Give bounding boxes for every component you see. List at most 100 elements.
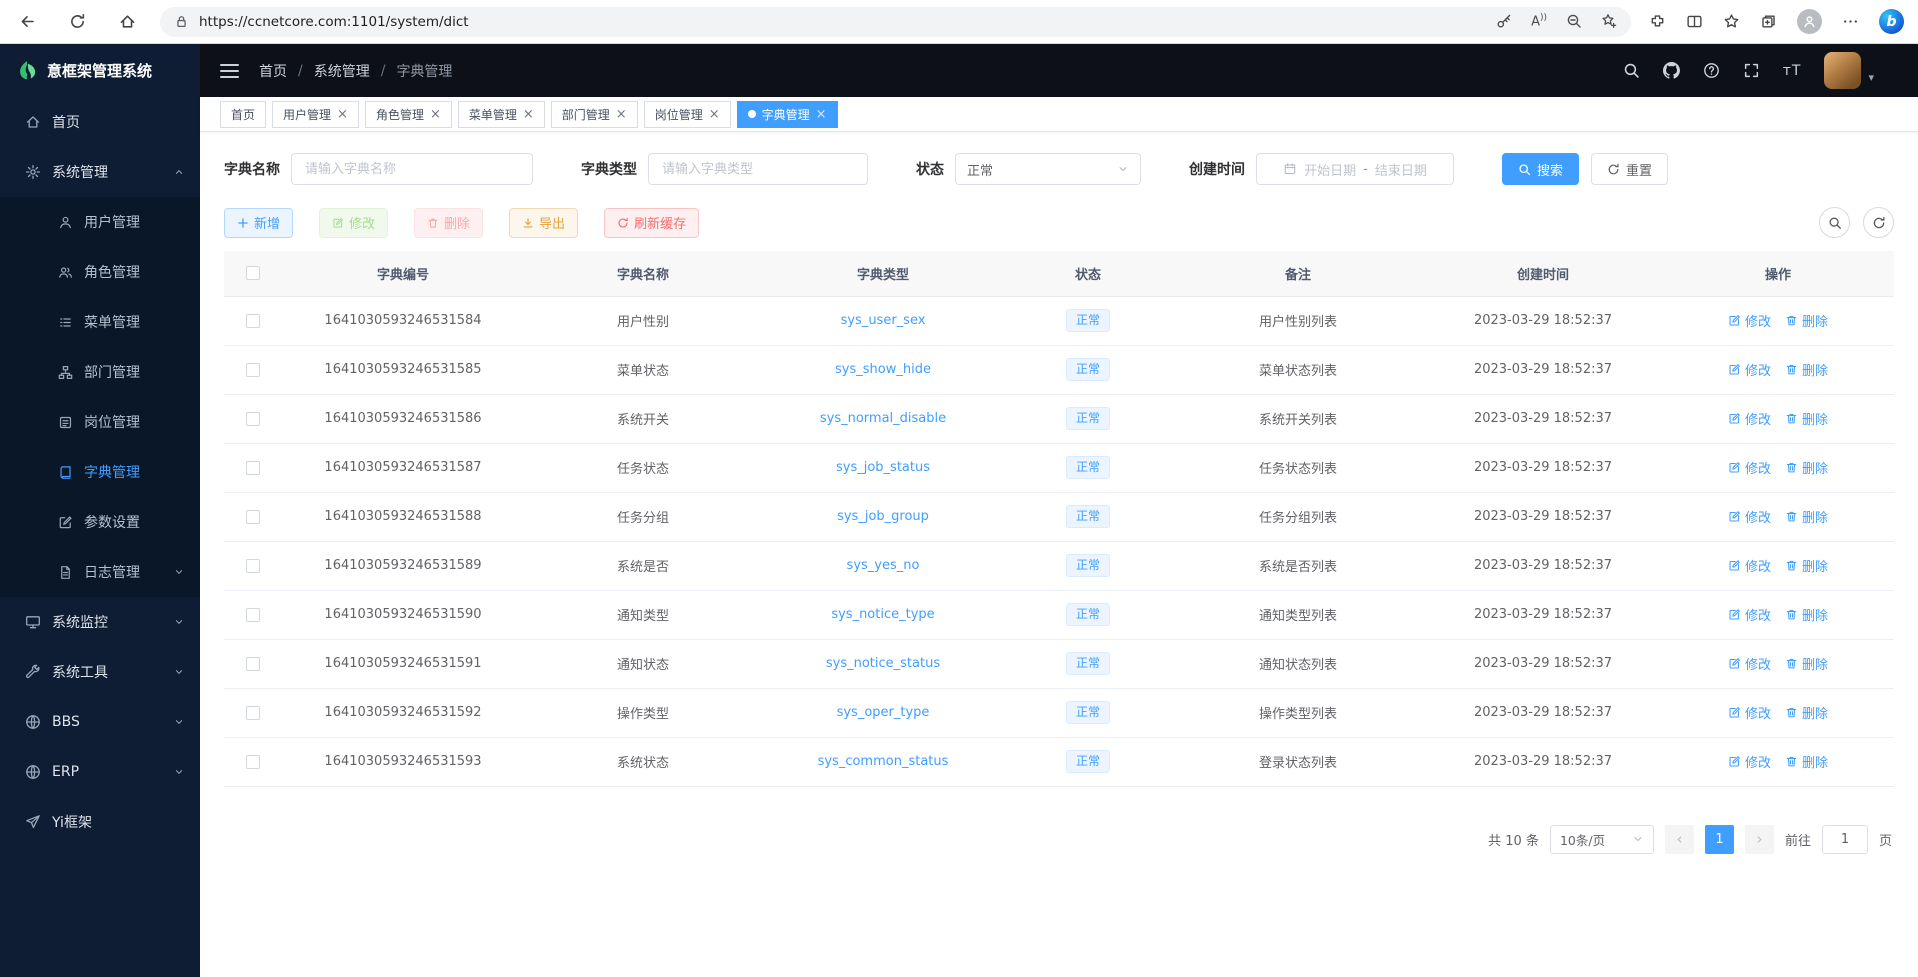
site-info-lock-icon[interactable] (174, 14, 189, 29)
user-avatar[interactable] (1824, 52, 1861, 89)
browser-address-bar[interactable]: https://ccnetcore.com:1101/system/dict A… (160, 7, 1631, 37)
row-checkbox[interactable] (246, 559, 260, 573)
reset-button[interactable]: 重置 (1591, 153, 1668, 185)
tab-home[interactable]: 首页 (220, 101, 266, 128)
delete-row-button[interactable]: 删除 (1785, 605, 1828, 624)
sidebar-item-bbs[interactable]: BBS (0, 697, 200, 747)
sidebar-item-dict[interactable]: 字典管理 (0, 447, 200, 497)
breadcrumb-item[interactable]: 首页 (259, 61, 287, 81)
select-all-checkbox[interactable] (246, 266, 260, 280)
row-checkbox[interactable] (246, 363, 260, 377)
bing-chat-icon[interactable]: b (1879, 9, 1904, 34)
collections-icon[interactable] (1760, 13, 1777, 30)
dict-type-link[interactable]: sys_job_group (837, 509, 929, 524)
tab-close-icon[interactable]: × (616, 108, 627, 121)
dict-type-link[interactable]: sys_user_sex (841, 313, 926, 328)
refresh-table-button[interactable] (1863, 207, 1894, 238)
sidebar-item-menu[interactable]: 菜单管理 (0, 297, 200, 347)
browser-refresh-button[interactable] (60, 5, 94, 39)
edit-row-button[interactable]: 修改 (1728, 458, 1771, 477)
tab-user[interactable]: 用户管理× (272, 101, 359, 128)
tab-close-icon[interactable]: × (816, 108, 827, 121)
sidebar-item-erp[interactable]: ERP (0, 747, 200, 797)
dict-type-link[interactable]: sys_notice_type (831, 607, 934, 622)
row-checkbox[interactable] (246, 412, 260, 426)
delete-row-button[interactable]: 删除 (1785, 409, 1828, 428)
delete-row-button[interactable]: 删除 (1785, 654, 1828, 673)
edit-row-button[interactable]: 修改 (1728, 360, 1771, 379)
sidebar-item-post[interactable]: 岗位管理 (0, 397, 200, 447)
breadcrumb-item[interactable]: 系统管理 (314, 61, 370, 81)
delete-row-button[interactable]: 删除 (1785, 556, 1828, 575)
delete-row-button[interactable]: 删除 (1785, 507, 1828, 526)
help-icon[interactable] (1703, 62, 1720, 79)
add-button[interactable]: 新增 (224, 208, 293, 238)
dict-type-link[interactable]: sys_show_hide (835, 362, 931, 377)
date-range-picker[interactable]: 开始日期 - 结束日期 (1256, 153, 1454, 185)
browser-home-button[interactable] (110, 5, 144, 39)
sidebar-item-log[interactable]: 日志管理 (0, 547, 200, 597)
favorites-icon[interactable] (1723, 13, 1740, 30)
edit-row-button[interactable]: 修改 (1728, 654, 1771, 673)
tab-role[interactable]: 角色管理× (365, 101, 452, 128)
github-icon[interactable] (1663, 62, 1680, 79)
dict-type-link[interactable]: sys_oper_type (837, 705, 930, 720)
row-checkbox[interactable] (246, 706, 260, 720)
status-select[interactable]: 正常 (955, 153, 1141, 185)
tab-dept[interactable]: 部门管理× (551, 101, 638, 128)
page-1-button[interactable]: 1 (1705, 825, 1734, 854)
edit-row-button[interactable]: 修改 (1728, 556, 1771, 575)
delete-row-button[interactable]: 删除 (1785, 703, 1828, 722)
row-checkbox[interactable] (246, 755, 260, 769)
sidebar-item-system[interactable]: 系统管理 (0, 147, 200, 197)
delete-row-button[interactable]: 删除 (1785, 360, 1828, 379)
password-key-icon[interactable] (1496, 13, 1512, 29)
sidebar-item-param[interactable]: 参数设置 (0, 497, 200, 547)
prev-page-button[interactable]: ‹ (1665, 825, 1694, 854)
edit-row-button[interactable]: 修改 (1728, 605, 1771, 624)
extensions-icon[interactable] (1649, 13, 1666, 30)
sidebar-item-tools[interactable]: 系统工具 (0, 647, 200, 697)
tab-close-icon[interactable]: × (709, 108, 720, 121)
edit-row-button[interactable]: 修改 (1728, 703, 1771, 722)
fullscreen-icon[interactable] (1743, 62, 1760, 79)
dict-type-link[interactable]: sys_yes_no (847, 558, 920, 573)
row-checkbox[interactable] (246, 657, 260, 671)
browser-menu-icon[interactable] (1842, 13, 1859, 30)
dict-name-input[interactable] (291, 153, 533, 185)
tab-close-icon[interactable]: × (337, 108, 348, 121)
delete-button[interactable]: 删除 (414, 208, 483, 238)
font-size-icon[interactable]: тT (1783, 63, 1802, 79)
row-checkbox[interactable] (246, 314, 260, 328)
browser-profile-avatar[interactable] (1797, 9, 1822, 34)
delete-row-button[interactable]: 删除 (1785, 458, 1828, 477)
add-favorite-star-icon[interactable] (1601, 13, 1617, 29)
export-button[interactable]: 导出 (509, 208, 578, 238)
dict-type-link[interactable]: sys_notice_status (826, 656, 940, 671)
edit-row-button[interactable]: 修改 (1728, 409, 1771, 428)
refresh-cache-button[interactable]: 刷新缓存 (604, 208, 699, 238)
dict-type-input[interactable] (648, 153, 868, 185)
tab-close-icon[interactable]: × (523, 108, 534, 121)
tab-menu[interactable]: 菜单管理× (458, 101, 545, 128)
dict-type-link[interactable]: sys_job_status (836, 460, 930, 475)
delete-row-button[interactable]: 删除 (1785, 752, 1828, 771)
next-page-button[interactable]: › (1745, 825, 1774, 854)
row-checkbox[interactable] (246, 510, 260, 524)
dict-type-link[interactable]: sys_common_status (818, 754, 949, 769)
sidebar-item-home[interactable]: 首页 (0, 97, 200, 147)
tab-post[interactable]: 岗位管理× (644, 101, 731, 128)
split-screen-icon[interactable] (1686, 13, 1703, 30)
search-button[interactable]: 搜索 (1502, 153, 1579, 185)
read-aloud-icon[interactable]: A)) (1531, 13, 1547, 29)
browser-back-button[interactable] (10, 5, 44, 39)
tab-dict[interactable]: 字典管理× (737, 101, 838, 128)
sidebar-item-dept[interactable]: 部门管理 (0, 347, 200, 397)
dict-type-link[interactable]: sys_normal_disable (820, 411, 946, 426)
sidebar-item-yi[interactable]: Yi框架 (0, 797, 200, 847)
header-search-icon[interactable] (1623, 62, 1640, 79)
page-size-select[interactable]: 10条/页 (1550, 825, 1654, 854)
tab-close-icon[interactable]: × (430, 108, 441, 121)
goto-page-input[interactable]: 1 (1822, 825, 1868, 854)
sidebar-item-monitor[interactable]: 系统监控 (0, 597, 200, 647)
